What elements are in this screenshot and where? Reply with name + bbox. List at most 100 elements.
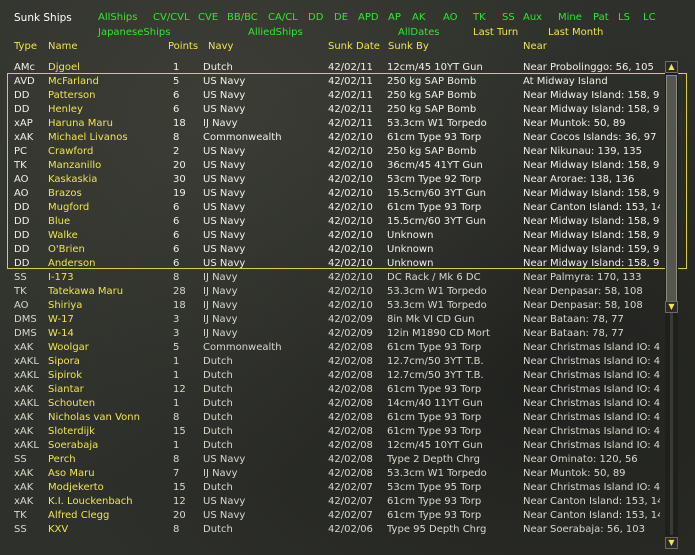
- scroll-down-arrow-icon[interactable]: ▼: [665, 301, 678, 313]
- ship-name-link[interactable]: W-17: [48, 314, 166, 325]
- table-row[interactable]: SS Perch 8 US Navy 42/02/08 Type 2 Depth Chrg…: [0, 453, 665, 467]
- filter-aux[interactable]: Aux: [523, 12, 542, 23]
- column-header-points[interactable]: Points: [168, 41, 198, 52]
- filter-japanese-ships[interactable]: JapaneseShips: [98, 27, 170, 38]
- ship-name-link[interactable]: Sipirok: [48, 370, 166, 381]
- table-row[interactable]: xAK Siantar 12 Dutch 42/02/08 61cm Type 93 To…: [0, 383, 665, 397]
- table-row[interactable]: DD Walke 6 US Navy 42/02/10 Unknown Near Midwa…: [0, 229, 665, 243]
- table-row[interactable]: AO Kaskaskia 30 US Navy 42/02/10 53cm Type 92…: [0, 173, 665, 187]
- filter-cve[interactable]: CVE: [198, 12, 218, 23]
- table-row[interactable]: TK Manzanillo 20 US Navy 42/02/10 36cm/45 41Y…: [0, 159, 665, 173]
- filter-allied-ships[interactable]: AlliedShips: [248, 27, 303, 38]
- filter-ap[interactable]: AP: [388, 12, 401, 23]
- ship-name-link[interactable]: Siantar: [48, 384, 166, 395]
- table-row[interactable]: DD Patterson 6 US Navy 42/02/11 250 kg SAP Bo…: [0, 89, 665, 103]
- filter-mine[interactable]: Mine: [558, 12, 582, 23]
- ship-name-link[interactable]: Perch: [48, 454, 166, 465]
- table-row[interactable]: DD Anderson 6 US Navy 42/02/10 Unknown Near Mi…: [0, 257, 665, 271]
- ship-name-link[interactable]: Aso Maru: [48, 468, 166, 479]
- ship-name-link[interactable]: Alfred Clegg: [48, 510, 166, 521]
- table-row[interactable]: xAKL Schouten 1 Dutch 42/02/08 14cm/40 11YT G…: [0, 397, 665, 411]
- ship-name-link[interactable]: Crawford: [48, 146, 166, 157]
- table-row[interactable]: TK Alfred Clegg 20 US Navy 42/02/07 61cm Type…: [0, 509, 665, 523]
- filter-last-turn[interactable]: Last Turn: [473, 27, 518, 38]
- ship-name-link[interactable]: Sloterdijk: [48, 426, 166, 437]
- filter-all-dates[interactable]: AllDates: [398, 27, 440, 38]
- scroll-down-end-arrow-icon[interactable]: ▼: [665, 537, 678, 549]
- ship-name-link[interactable]: Modjekerto: [48, 482, 166, 493]
- ship-name-link[interactable]: Michael Livanos: [48, 132, 166, 143]
- column-header-near[interactable]: Near: [523, 41, 547, 52]
- column-header-sunk-by[interactable]: Sunk By: [388, 41, 429, 52]
- table-row[interactable]: DMS W-14 3 IJ Navy 42/02/09 12in M1890 CD Mor…: [0, 327, 665, 341]
- scrollbar-thumb[interactable]: [666, 75, 677, 303]
- filter-apd[interactable]: APD: [358, 12, 379, 23]
- filter-ls[interactable]: LS: [618, 12, 630, 23]
- table-row[interactable]: DD Mugford 6 US Navy 42/02/10 61cm Type 93 To…: [0, 201, 665, 215]
- filter-last-month[interactable]: Last Month: [548, 27, 603, 38]
- filter-pat[interactable]: Pat: [593, 12, 609, 23]
- filter-ao[interactable]: AO: [443, 12, 458, 23]
- ship-name-link[interactable]: Manzanillo: [48, 160, 166, 171]
- column-header-name[interactable]: Name: [48, 41, 78, 52]
- ship-name-link[interactable]: Soerabaja: [48, 440, 166, 451]
- ship-name-link[interactable]: Schouten: [48, 398, 166, 409]
- table-row[interactable]: xAKL Sipirok 1 Dutch 42/02/08 12.7cm/50 3YT T…: [0, 369, 665, 383]
- ship-name-link[interactable]: Blue: [48, 216, 166, 227]
- ship-name-link[interactable]: Kaskaskia: [48, 174, 166, 185]
- filter-dd[interactable]: DD: [308, 12, 323, 23]
- table-row[interactable]: DD O'Brien 6 US Navy 42/02/10 Unknown Near Mid…: [0, 243, 665, 257]
- filter-ca-cl[interactable]: CA/CL: [268, 12, 298, 23]
- table-row[interactable]: SS KXV 8 Dutch 42/02/06 Type 95 Depth Chrg Nea…: [0, 523, 665, 537]
- table-row[interactable]: DD Blue 6 US Navy 42/02/10 15.5cm/60 3YT Gun N…: [0, 215, 665, 229]
- table-row[interactable]: AMc Djgoel 1 Dutch 42/02/11 12cm/45 10YT Gun N…: [0, 61, 665, 75]
- table-row[interactable]: xAK Michael Livanos 8 Commonwealth 42/02/10 6…: [0, 131, 665, 145]
- filter-lc[interactable]: LC: [643, 12, 656, 23]
- ship-name-link[interactable]: Woolgar: [48, 342, 166, 353]
- table-row[interactable]: xAKL Sipora 1 Dutch 42/02/08 12.7cm/50 3YT T.…: [0, 355, 665, 369]
- ship-name-link[interactable]: I-173: [48, 272, 166, 283]
- table-row[interactable]: xAK Woolgar 5 Commonwealth 42/02/08 61cm Type…: [0, 341, 665, 355]
- filter-cv-cvl[interactable]: CV/CVL: [153, 12, 190, 23]
- table-row[interactable]: SS I-173 8 IJ Navy 42/02/10 DC Rack / Mk 6 DC…: [0, 271, 665, 285]
- scrollbar[interactable]: ▲ ▼ ▼: [665, 61, 678, 549]
- table-row[interactable]: xAK Aso Maru 7 IJ Navy 42/02/08 53.3cm W1 Tor…: [0, 467, 665, 481]
- table-row[interactable]: AO Shiriya 18 IJ Navy 42/02/10 53.3cm W1 Torp…: [0, 299, 665, 313]
- ship-name-link[interactable]: Brazos: [48, 188, 166, 199]
- table-row[interactable]: xAK K.I. Louckenbach 12 US Navy 42/02/07 61cm…: [0, 495, 665, 509]
- table-row[interactable]: DMS W-17 3 IJ Navy 42/02/09 8in Mk VI CD Gun N…: [0, 313, 665, 327]
- table-row[interactable]: DD Henley 6 US Navy 42/02/11 250 kg SAP Bomb N…: [0, 103, 665, 117]
- ship-name-link[interactable]: Henley: [48, 104, 166, 115]
- filter-bb-bc[interactable]: BB/BC: [227, 12, 258, 23]
- ship-name-link[interactable]: Walke: [48, 230, 166, 241]
- filter-de[interactable]: DE: [334, 12, 348, 23]
- ship-name-link[interactable]: W-14: [48, 328, 166, 339]
- column-header-sunk-date[interactable]: Sunk Date: [328, 41, 380, 52]
- filter-ak[interactable]: AK: [412, 12, 425, 23]
- filter-ss[interactable]: SS: [502, 12, 515, 23]
- column-header-type[interactable]: Type: [14, 41, 37, 52]
- table-row[interactable]: PC Crawford 2 US Navy 42/02/10 250 kg SAP Bom…: [0, 145, 665, 159]
- table-row[interactable]: AO Brazos 19 US Navy 42/02/10 15.5cm/60 3YT G…: [0, 187, 665, 201]
- table-row[interactable]: xAP Haruna Maru 18 IJ Navy 42/02/11 53.3cm W1…: [0, 117, 665, 131]
- ship-name-link[interactable]: Tatekawa Maru: [48, 286, 166, 297]
- filter-all-ships[interactable]: AllShips: [98, 12, 137, 23]
- table-row[interactable]: TK Tatekawa Maru 28 IJ Navy 42/02/10 53.3cm W…: [0, 285, 665, 299]
- table-row[interactable]: xAK Modjekerto 15 Dutch 42/02/07 53cm Type 95…: [0, 481, 665, 495]
- ship-name-link[interactable]: Nicholas van Vonn: [48, 412, 166, 423]
- ship-name-link[interactable]: Patterson: [48, 90, 166, 101]
- table-row[interactable]: AVD McFarland 5 US Navy 42/02/11 250 kg SAP B…: [0, 75, 665, 89]
- ship-name-link[interactable]: O'Brien: [48, 244, 166, 255]
- ship-name-link[interactable]: Shiriya: [48, 300, 166, 311]
- ship-name-link[interactable]: Mugford: [48, 202, 166, 213]
- column-header-navy[interactable]: Navy: [208, 41, 233, 52]
- ship-name-link[interactable]: Haruna Maru: [48, 118, 166, 129]
- ship-name-link[interactable]: McFarland: [48, 76, 166, 87]
- scroll-up-arrow-icon[interactable]: ▲: [665, 61, 678, 73]
- table-row[interactable]: xAK Sloterdijk 15 Dutch 42/02/08 61cm Type 93…: [0, 425, 665, 439]
- table-row[interactable]: xAKL Soerabaja 1 Dutch 42/02/08 12cm/45 10YT …: [0, 439, 665, 453]
- ship-name-link[interactable]: KXV: [48, 524, 166, 535]
- ship-name-link[interactable]: Sipora: [48, 356, 166, 367]
- ship-name-link[interactable]: K.I. Louckenbach: [48, 496, 166, 507]
- filter-tk[interactable]: TK: [473, 12, 486, 23]
